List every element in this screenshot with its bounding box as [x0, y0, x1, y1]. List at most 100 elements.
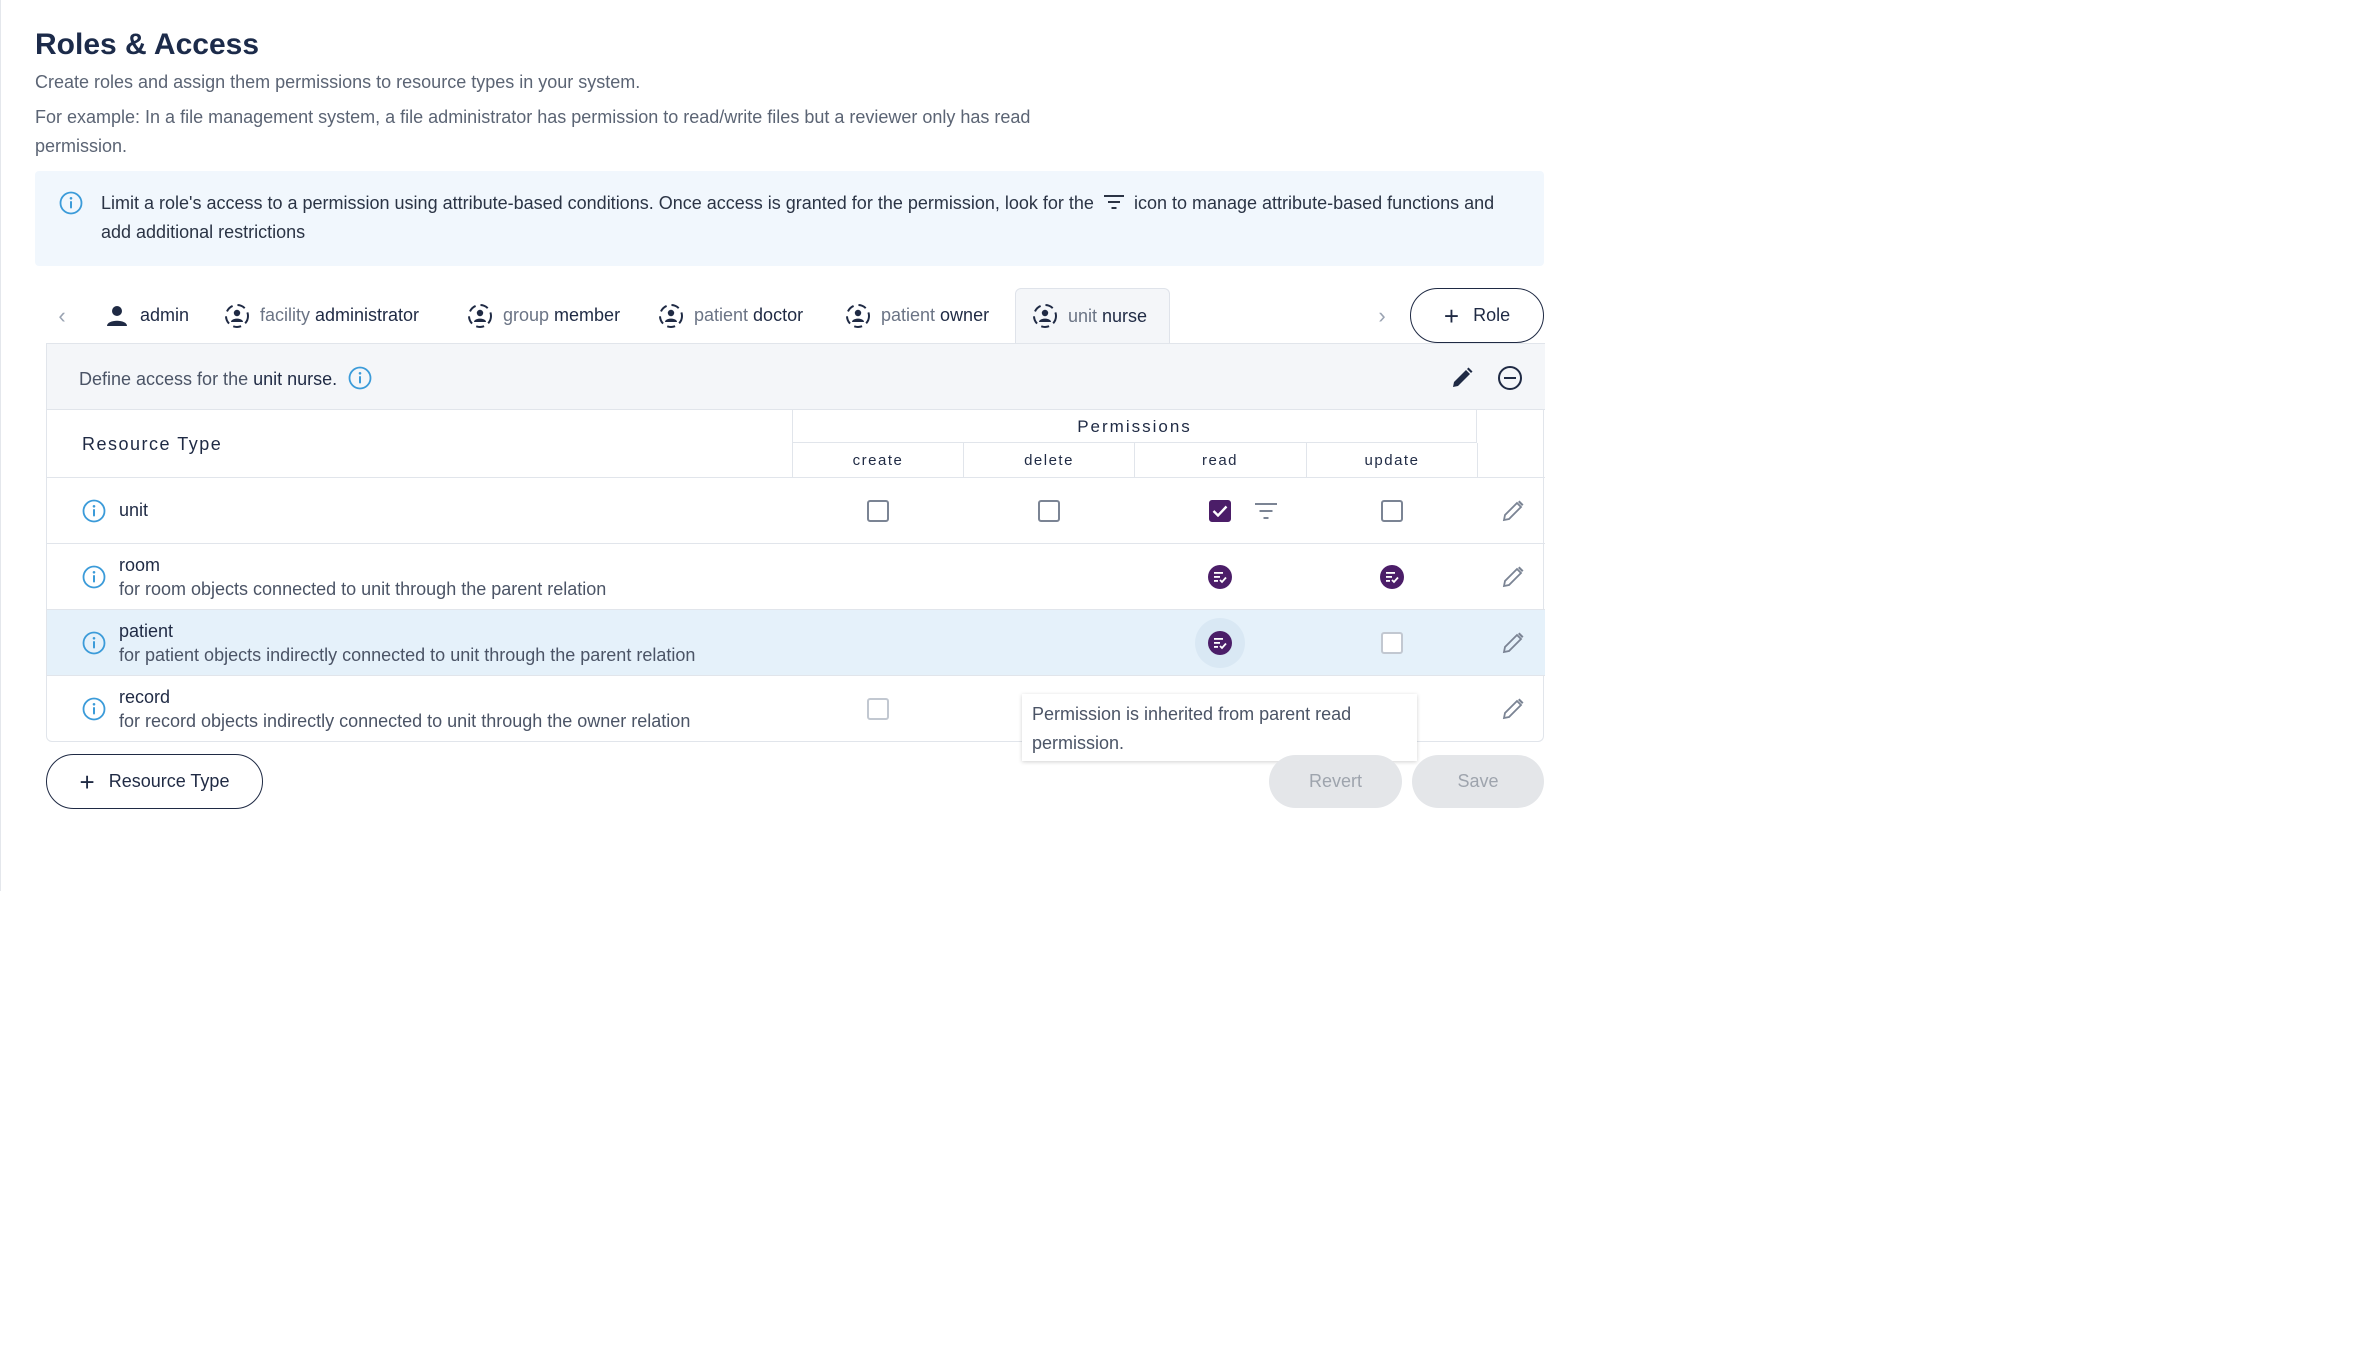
info-icon[interactable]: [348, 366, 372, 390]
table-row-patient: patient for patient objects indirectly c…: [47, 610, 1545, 676]
resource-name: unit: [119, 500, 149, 520]
scoped-user-icon: [1033, 304, 1057, 328]
resource-description: for room objects connected to unit throu…: [119, 579, 607, 599]
tab-label: member: [554, 305, 621, 325]
delete-checkbox[interactable]: [1037, 500, 1060, 522]
read-checkbox-checked[interactable]: [1208, 500, 1231, 522]
column-divider: [1477, 443, 1478, 478]
role-name: unit nurse.: [253, 369, 338, 389]
scoped-user-icon: [225, 303, 249, 328]
inherited-permission-icon: [1207, 631, 1232, 655]
tab-prefix: unit: [1068, 305, 1098, 326]
update-checkbox[interactable]: [1380, 632, 1403, 654]
resource-type-header: Resource Type: [82, 434, 223, 454]
tab-label: nurse: [1102, 305, 1148, 326]
info-icon[interactable]: [82, 631, 106, 655]
column-create: create: [792, 443, 963, 478]
user-icon: [107, 305, 127, 326]
column-delete: delete: [963, 443, 1134, 478]
add-resource-type-label: Resource Type: [108, 771, 230, 791]
tab-label: administrator: [315, 305, 420, 325]
role-tabs: ‹ admin facility administrator group mem…: [46, 288, 1411, 343]
page-example: For example: In a file management system…: [35, 107, 1031, 156]
resource-name: record: [119, 687, 171, 707]
plus-icon: +: [1443, 300, 1460, 331]
tab-group-member[interactable]: group member: [467, 288, 620, 343]
tab-prefix: facility: [260, 305, 311, 325]
edit-role-pencil-icon[interactable]: [1450, 366, 1474, 390]
cell-create: [792, 478, 963, 544]
tab-patient-doctor[interactable]: patient doctor: [658, 288, 803, 343]
resource-name: patient: [119, 621, 174, 641]
define-access-text: Define access for the unit nurse.: [79, 366, 372, 390]
info-banner: Limit a role's access to a permission us…: [35, 171, 1544, 266]
info-icon: [59, 191, 83, 215]
edit-pencil-icon[interactable]: [1501, 565, 1525, 589]
inherited-permission-tooltip: Permission is inherited from parent read…: [1022, 694, 1417, 761]
panel-header: Define access for the unit nurse.: [47, 343, 1545, 410]
page-description: Create roles and assign them permissions…: [35, 72, 641, 92]
cell-read: [1134, 610, 1305, 676]
tab-label: owner: [940, 305, 990, 325]
create-checkbox[interactable]: [866, 698, 889, 720]
resource-description: for record objects indirectly connected …: [119, 711, 691, 731]
cell-update: [1306, 610, 1477, 676]
inherited-permission-icon[interactable]: [1207, 565, 1232, 589]
inherited-list-check-icon: [1385, 572, 1399, 584]
info-icon[interactable]: [82, 565, 106, 589]
banner-text-before: Limit a role's access to a permission us…: [101, 193, 1094, 213]
scoped-user-icon: [468, 303, 492, 328]
scoped-user-icon: [659, 303, 683, 328]
edit-pencil-icon[interactable]: [1501, 499, 1525, 523]
cell-read: [1134, 478, 1305, 544]
tab-label: doctor: [753, 305, 804, 325]
filter-icon[interactable]: [1254, 501, 1278, 521]
column-update: update: [1306, 443, 1477, 478]
tab-prefix: group: [503, 305, 550, 325]
delete-role-minus-circle-icon[interactable]: [1497, 365, 1523, 391]
info-banner-text: Limit a role's access to a permission us…: [101, 189, 1521, 247]
tab-label: admin: [140, 305, 190, 325]
add-role-label: Role: [1473, 305, 1511, 325]
column-read: read: [1134, 443, 1305, 478]
tab-admin[interactable]: admin: [104, 288, 189, 343]
filter-icon: [1103, 195, 1124, 209]
revert-button[interactable]: Revert: [1269, 755, 1402, 808]
checkmark-icon: [1212, 505, 1227, 517]
table-row-unit: unit: [47, 478, 1545, 544]
add-role-button[interactable]: + Role: [1410, 288, 1544, 343]
plus-icon: +: [79, 766, 95, 797]
cell-update: [1306, 478, 1477, 544]
info-icon[interactable]: [82, 697, 106, 721]
permissions-header: Permissions: [792, 410, 1477, 443]
table-header: Resource Type Permissions create delete …: [47, 410, 1545, 478]
tab-prefix: patient: [881, 305, 936, 325]
cell-create: [792, 676, 963, 742]
info-icon[interactable]: [82, 499, 106, 523]
edit-pencil-icon[interactable]: [1501, 697, 1525, 721]
tab-facility-administrator[interactable]: facility administrator: [224, 288, 419, 343]
inherited-list-check-icon: [1213, 572, 1227, 584]
tab-unit-nurse[interactable]: unit nurse: [1015, 288, 1170, 343]
create-checkbox[interactable]: [866, 500, 889, 522]
inherited-permission-hover[interactable]: [1194, 618, 1245, 668]
tabs-next-arrow-icon[interactable]: ›: [1368, 302, 1396, 330]
define-access-prefix: Define access for the: [79, 369, 249, 389]
scoped-user-icon: [846, 303, 870, 328]
tab-patient-owner[interactable]: patient owner: [845, 288, 989, 343]
page-title: Roles & Access: [35, 28, 260, 61]
edit-pencil-icon[interactable]: [1501, 631, 1525, 655]
cell-read: [1134, 544, 1305, 610]
inherited-permission-icon[interactable]: [1379, 565, 1404, 589]
table-row-room: room for room objects connected to unit …: [47, 544, 1545, 610]
inherited-list-check-icon: [1213, 638, 1227, 650]
save-button[interactable]: Save: [1412, 755, 1544, 808]
update-checkbox[interactable]: [1380, 500, 1403, 522]
roles-access-page: Roles & Access Create roles and assign t…: [0, 0, 1545, 891]
cell-delete: [963, 478, 1134, 544]
tabs-prev-arrow-icon[interactable]: ‹: [48, 302, 76, 330]
cell-update: [1306, 544, 1477, 610]
tab-prefix: patient: [694, 305, 749, 325]
add-resource-type-button[interactable]: + Resource Type: [46, 754, 263, 809]
resource-name: room: [119, 555, 161, 575]
